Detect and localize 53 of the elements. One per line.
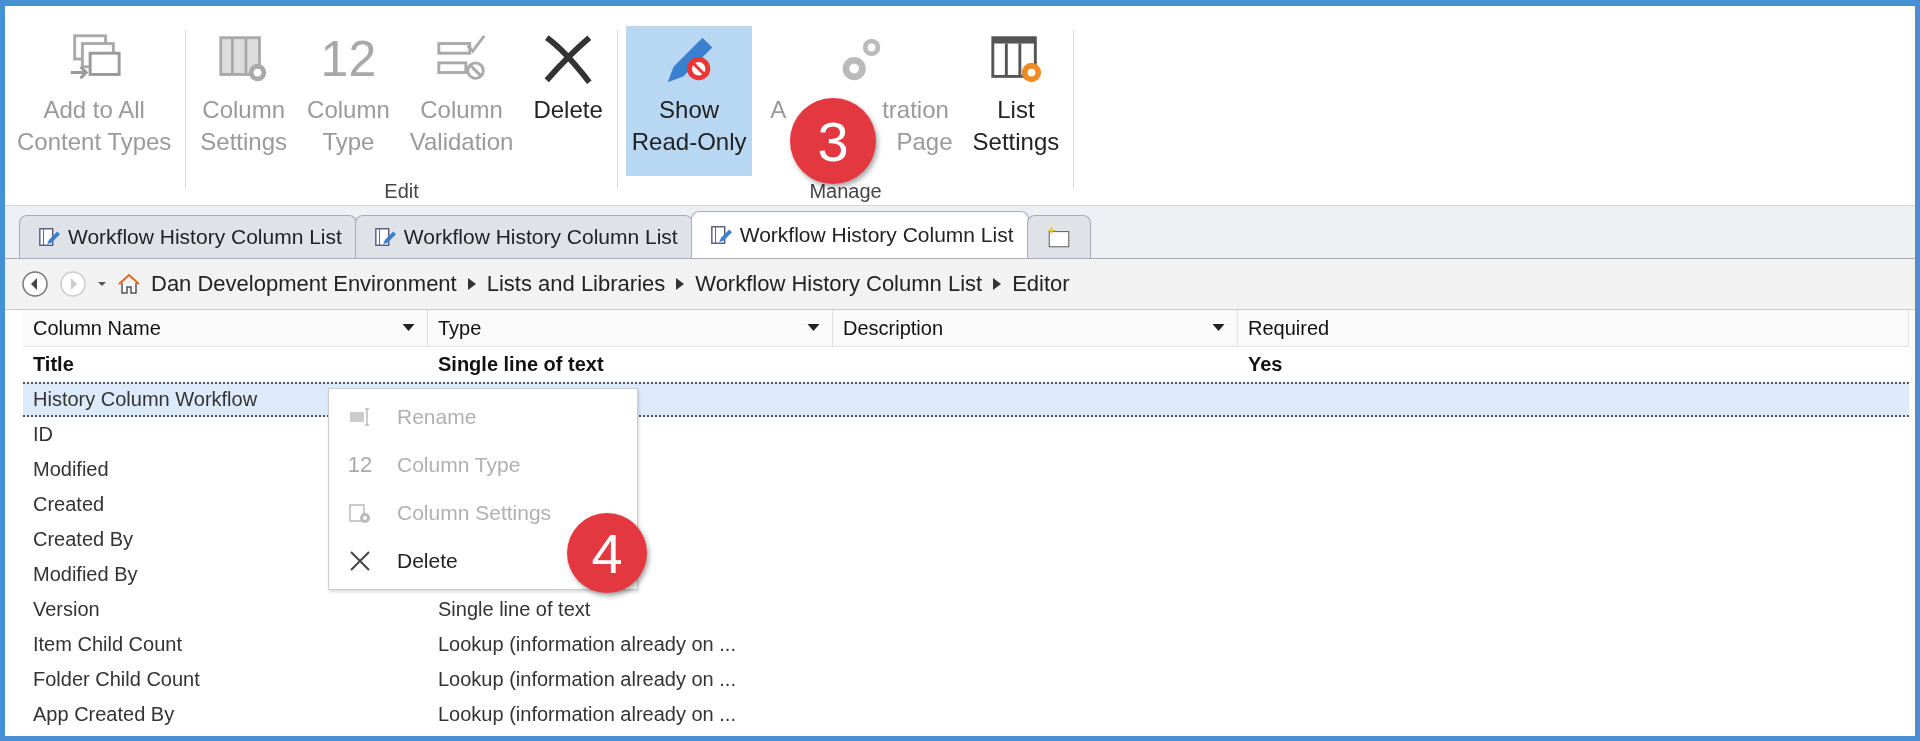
table-cell: Created By xyxy=(33,528,134,550)
table-cell: Modified By xyxy=(33,563,138,585)
rename-icon xyxy=(348,405,372,429)
dropdown-caret-icon[interactable] xyxy=(1212,324,1225,332)
table-cell: Single line of text xyxy=(438,598,591,620)
table-cell: Lookup (information already on ... xyxy=(438,633,736,655)
table-cell: Folder Child Count xyxy=(33,668,200,690)
breadcrumb-link[interactable]: Lists and Libraries xyxy=(486,271,666,297)
table-cell: Item Child Count xyxy=(33,633,182,655)
breadcrumb-link[interactable]: Dan Development Environment xyxy=(151,271,457,297)
separator-arrow-icon xyxy=(992,277,1003,291)
back-button[interactable] xyxy=(21,270,49,298)
table-cell: Lookup (information already on ... xyxy=(438,703,736,725)
breadcrumb-link[interactable]: Editor xyxy=(1012,271,1070,297)
list-edit-icon xyxy=(373,226,396,248)
table-cell: Lookup (information already on ... xyxy=(438,668,736,690)
list-edit-icon xyxy=(709,224,732,246)
table-cell: Single line of text xyxy=(438,353,604,375)
menu-item[interactable]: Delete xyxy=(329,537,468,585)
table-cell: Version xyxy=(33,598,100,620)
close-icon xyxy=(348,549,372,573)
table-cell: History Column Workflow xyxy=(33,388,258,410)
list-edit-icon xyxy=(38,226,60,248)
number-icon: 12 xyxy=(347,452,373,478)
home-icon[interactable] xyxy=(117,272,141,296)
ribbon-button[interactable]: Show Read-Only xyxy=(625,26,753,176)
table-cell: ID xyxy=(33,423,53,445)
column-header[interactable]: Required xyxy=(1238,310,1909,346)
new-document-icon xyxy=(1045,224,1072,250)
number-icon: 12 xyxy=(320,30,377,88)
document-tab[interactable]: Workflow History Column List xyxy=(19,215,357,258)
column-header[interactable]: Type xyxy=(428,310,833,346)
column-header[interactable]: Column Name xyxy=(23,310,428,346)
dropdown-caret-icon[interactable] xyxy=(97,279,107,289)
table-cell: Yes xyxy=(1248,353,1283,375)
table-cell: App Created By xyxy=(33,703,175,725)
new-tab-button[interactable] xyxy=(1026,215,1091,258)
separator-arrow-icon xyxy=(675,277,686,291)
table-cell: Title xyxy=(33,353,74,375)
table-cell: Modified xyxy=(33,458,109,480)
dropdown-caret-icon[interactable] xyxy=(807,324,820,332)
document-tab[interactable]: Workflow History Column List xyxy=(354,215,693,258)
ribbon-button[interactable]: Delete xyxy=(527,26,609,176)
group-label: Edit xyxy=(384,180,419,203)
breadcrumb-link[interactable]: Workflow History Column List xyxy=(695,271,983,297)
dropdown-caret-icon[interactable] xyxy=(402,324,415,332)
callout-badge: 3 xyxy=(790,98,876,184)
document-tab[interactable]: Workflow History Column List xyxy=(690,211,1029,258)
column-header[interactable]: Description xyxy=(833,310,1238,346)
table-cell: Created xyxy=(33,493,105,515)
ribbon-button[interactable]: List Settings xyxy=(966,26,1066,176)
separator-arrow-icon xyxy=(466,277,477,291)
settings-icon xyxy=(348,501,372,525)
